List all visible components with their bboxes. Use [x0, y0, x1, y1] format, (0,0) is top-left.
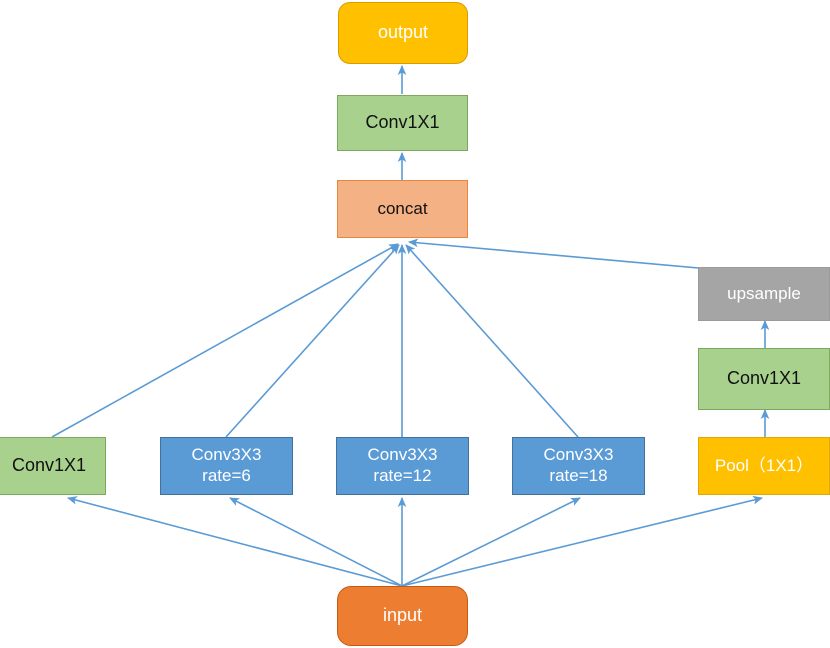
node-upsample-label: upsample: [727, 283, 801, 303]
node-concat[interactable]: concat: [337, 180, 468, 238]
diagram-canvas: output Conv1X1 concat upsample Conv1X1 P…: [0, 0, 830, 648]
node-conv1x1-left-label: Conv1X1: [11, 455, 87, 476]
node-conv1x1-top[interactable]: Conv1X1: [337, 95, 468, 151]
edge-input-to-conv1x1left: [67, 496, 403, 587]
node-conv1x1-right[interactable]: Conv1X1: [698, 348, 830, 410]
node-pool-label: Pool（1X1）: [714, 455, 814, 475]
node-conv3x3-rate6-label: Conv3X3 rate=6: [191, 445, 262, 485]
node-output[interactable]: output: [338, 2, 468, 64]
node-input[interactable]: input: [337, 586, 468, 646]
node-conv1x1-left[interactable]: Conv1X1: [0, 437, 106, 495]
edge-conv1x1left-to-concat: [51, 243, 399, 438]
node-conv1x1-right-label: Conv1X1: [726, 368, 802, 389]
node-conv3x3-rate18-label: Conv3X3 rate=18: [543, 445, 614, 485]
edge-input-to-pool: [401, 495, 763, 587]
node-input-label: input: [382, 605, 423, 626]
node-upsample[interactable]: upsample: [698, 267, 830, 321]
edge-conv3x3r18-to-concat: [405, 244, 579, 438]
edge-input-to-conv3x3r18: [401, 497, 581, 587]
node-conv3x3-rate12-label: Conv3X3 rate=12: [367, 445, 438, 485]
edge-upsample-to-concat: [408, 238, 744, 273]
node-conv3x3-rate18[interactable]: Conv3X3 rate=18: [512, 437, 645, 495]
node-output-label: output: [377, 22, 429, 43]
node-conv3x3-rate12[interactable]: Conv3X3 rate=12: [336, 437, 469, 495]
node-pool[interactable]: Pool（1X1）: [698, 437, 830, 495]
node-concat-label: concat: [377, 198, 428, 218]
node-conv3x3-rate6[interactable]: Conv3X3 rate=6: [160, 437, 293, 495]
node-conv1x1-top-label: Conv1X1: [365, 112, 440, 133]
edge-input-to-conv3x3r6: [229, 497, 403, 587]
edge-conv3x3r6-to-concat: [225, 244, 400, 438]
